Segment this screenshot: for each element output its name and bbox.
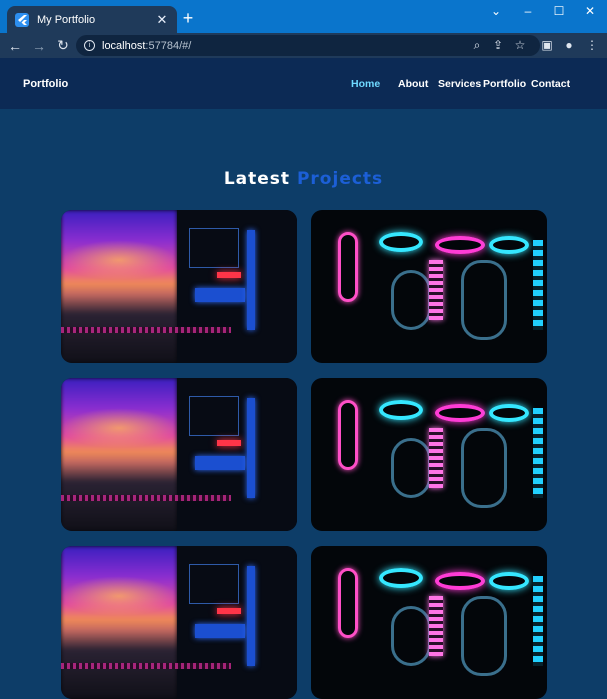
profile-icon[interactable]: ●	[560, 38, 578, 52]
site-info-icon[interactable]: i	[84, 40, 95, 51]
project-card[interactable]	[311, 378, 547, 531]
flutter-favicon-icon	[15, 12, 29, 27]
project-card[interactable]	[61, 378, 297, 531]
project-image	[177, 546, 297, 699]
share-icon[interactable]: ⇪	[489, 38, 507, 52]
section-heading: Latest Projects	[0, 169, 607, 189]
browser-titlebar: My Portfolio ✕ + ⌄ – ☐ ✕	[0, 0, 607, 33]
tab-close-icon[interactable]: ✕	[153, 12, 171, 28]
heading-word-projects: Projects	[296, 169, 384, 189]
project-image	[177, 378, 297, 531]
zoom-icon[interactable]: ⌕	[468, 38, 486, 53]
site-brand[interactable]: Portfolio	[23, 78, 68, 90]
nav-services-link[interactable]: Services	[438, 78, 481, 90]
back-arrow-icon[interactable]: ←	[4, 38, 26, 54]
close-window-button[interactable]: ✕	[578, 4, 602, 18]
star-icon[interactable]: ☆	[511, 38, 529, 52]
heading-word-latest: Latest	[223, 169, 291, 189]
sidebar-icon[interactable]: ▣	[538, 38, 556, 52]
project-card[interactable]	[311, 210, 547, 363]
page-content: Portfolio Home About Services Portfolio …	[0, 58, 607, 699]
project-card[interactable]	[61, 546, 297, 699]
reload-icon[interactable]: ↻	[52, 37, 74, 54]
menu-icon[interactable]: ⋮	[583, 38, 601, 52]
maximize-button[interactable]: ☐	[547, 4, 571, 18]
nav-home-link[interactable]: Home	[351, 78, 380, 90]
tab-search-icon[interactable]: ⌄	[484, 4, 508, 18]
minimize-button[interactable]: –	[516, 4, 540, 18]
project-image	[177, 210, 297, 363]
url-text[interactable]: localhost:57784/#/	[102, 40, 191, 52]
site-navbar: Portfolio Home About Services Portfolio …	[0, 58, 607, 109]
forward-arrow-icon[interactable]: →	[28, 38, 50, 54]
new-tab-button[interactable]: +	[180, 9, 196, 27]
nav-about-link[interactable]: About	[398, 78, 428, 90]
nav-contact-link[interactable]: Contact	[531, 78, 570, 90]
project-card[interactable]	[311, 546, 547, 699]
browser-tab[interactable]: My Portfolio ✕	[7, 6, 177, 33]
nav-portfolio-link[interactable]: Portfolio	[483, 78, 526, 90]
tab-title: My Portfolio	[37, 13, 96, 26]
project-card[interactable]	[61, 210, 297, 363]
